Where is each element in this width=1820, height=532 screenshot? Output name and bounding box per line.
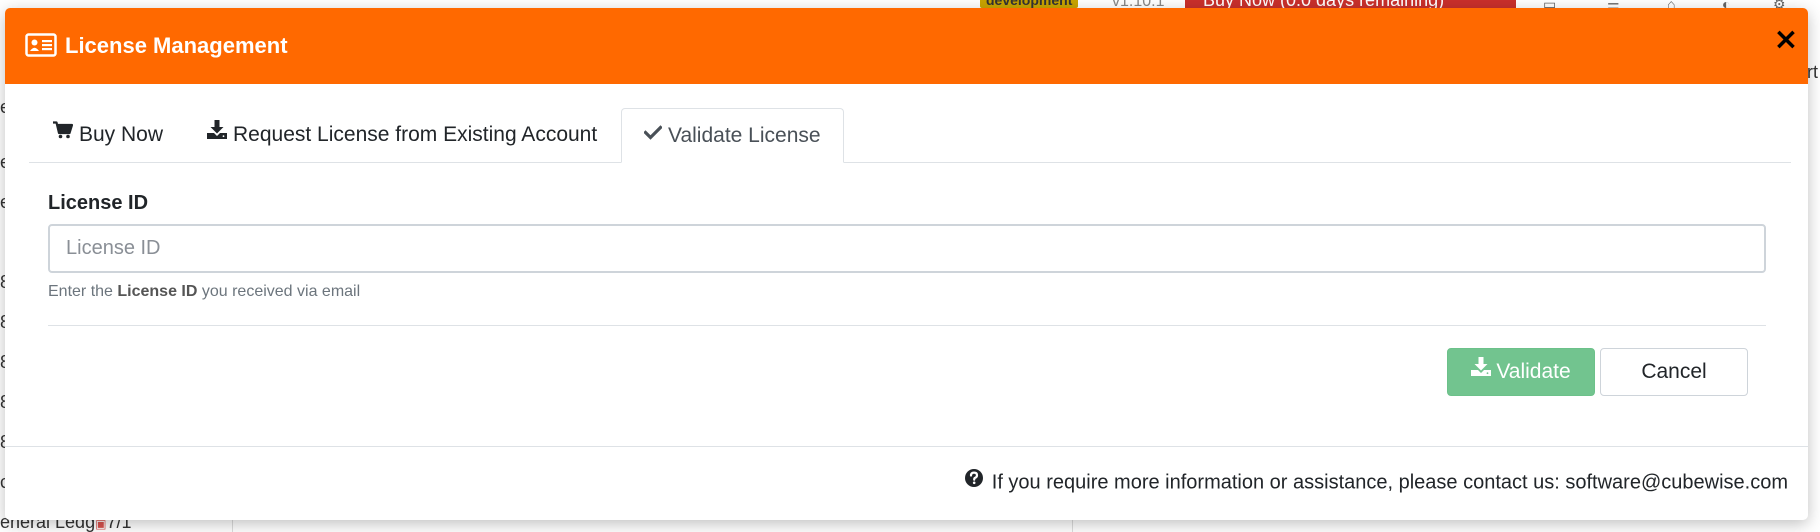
help-text-prefix: Enter the: [48, 283, 118, 300]
help-text-suffix: you received via email: [197, 283, 361, 300]
tab-buy-now[interactable]: Buy Now: [53, 108, 163, 162]
validate-button-label: Validate: [1496, 359, 1571, 383]
footer-divider: [5, 446, 1808, 447]
close-button[interactable]: ×: [1772, 25, 1800, 55]
tab-label: Validate License: [668, 124, 821, 147]
license-id-help-text: Enter the License ID you received via em…: [48, 282, 360, 302]
id-card-icon: [25, 33, 57, 57]
footer-contact-info: If you require more information or assis…: [964, 468, 1788, 496]
cancel-button[interactable]: Cancel: [1600, 348, 1748, 396]
help-text-bold: License ID: [117, 283, 198, 300]
download-icon: [1471, 356, 1492, 382]
tab-label: Request License from Existing Account: [233, 123, 598, 146]
tab-validate-license[interactable]: Validate License: [621, 108, 844, 163]
environment-badge: development: [980, 0, 1079, 8]
license-management-modal: License Management × Buy Now Request Lic…: [5, 8, 1808, 520]
footer-info-text: If you require more information or assis…: [991, 471, 1788, 494]
check-icon: [643, 107, 663, 161]
background-right-fragment: rt: [1807, 62, 1818, 82]
validate-button[interactable]: Validate: [1447, 348, 1595, 396]
shopping-cart-icon: [53, 106, 74, 160]
license-tabs: Buy Now Request License from Existing Ac…: [29, 108, 1791, 163]
form-divider: [48, 325, 1766, 326]
license-id-label: License ID: [48, 192, 149, 214]
question-circle-icon: [964, 468, 984, 494]
download-icon: [207, 106, 227, 160]
tab-request-license[interactable]: Request License from Existing Account: [207, 108, 597, 162]
modal-header: License Management ×: [5, 8, 1808, 84]
modal-title: License Management: [65, 33, 288, 58]
license-id-input[interactable]: [48, 224, 1766, 273]
tab-label: Buy Now: [79, 123, 164, 146]
